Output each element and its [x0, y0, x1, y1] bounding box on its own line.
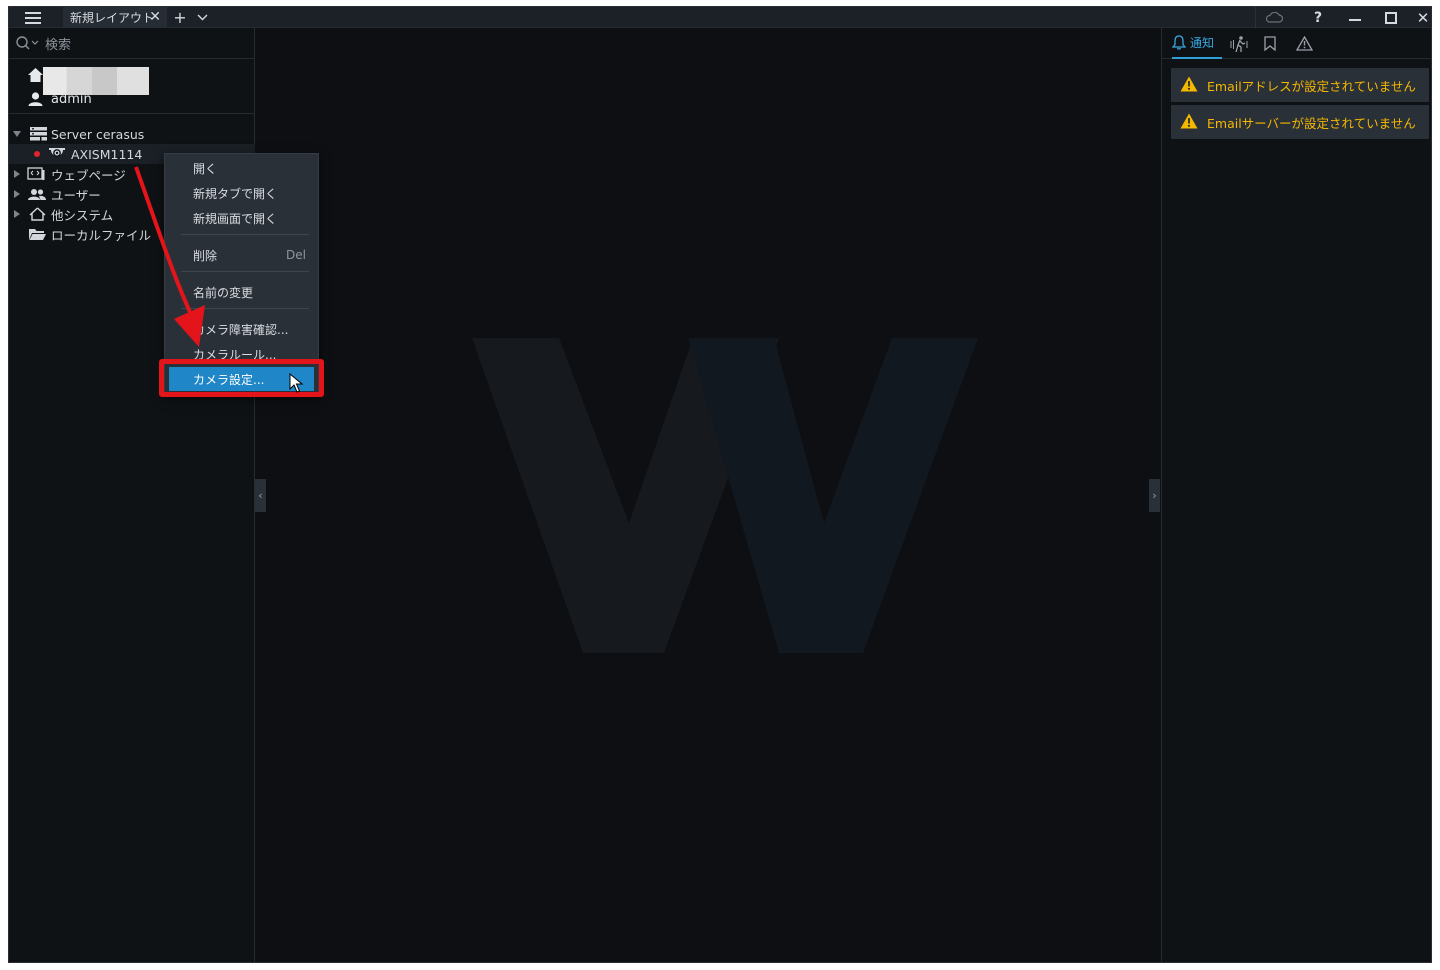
menu-item-camera-issue[interactable]: カメラ障害確認...: [165, 317, 318, 341]
status-dot: [34, 151, 40, 157]
layout-view-area[interactable]: [256, 28, 1161, 962]
main-menu-button[interactable]: [17, 7, 49, 28]
bell-icon: [1172, 35, 1186, 50]
collapsed-caret-icon[interactable]: [13, 210, 21, 218]
notification-text: Emailサーバーが設定されていません: [1207, 115, 1416, 131]
mouse-cursor-icon: [289, 373, 304, 393]
layout-tab-label: 新規レイアウト: [70, 11, 155, 25]
warning-icon: [1180, 76, 1198, 92]
watermark-logo: [472, 338, 978, 653]
maximize-icon: [1385, 11, 1397, 24]
search-input[interactable]: 検索: [45, 34, 71, 53]
notification-text: Emailアドレスが設定されていません: [1207, 78, 1416, 94]
users-icon: [28, 186, 46, 202]
bookmark-icon: [1264, 36, 1276, 51]
search-icon: [16, 36, 39, 50]
layout-tab[interactable]: 新規レイアウト ✕: [63, 7, 167, 28]
notification-item[interactable]: Emailサーバーが設定されていません: [1171, 105, 1429, 139]
tree-item-server[interactable]: Server cerasus: [9, 124, 255, 144]
chevron-down-icon: [197, 14, 207, 21]
other-systems-label: 他システム: [51, 207, 114, 223]
local-files-label: ローカルファイル: [51, 227, 152, 243]
tab-notifications[interactable]: 通知: [1172, 28, 1222, 59]
home-icon: [28, 68, 43, 82]
tab-notifications-label: 通知: [1190, 36, 1215, 50]
masked-system-name: [43, 67, 149, 95]
chevron-left-icon: ‹: [258, 489, 263, 502]
menu-item-delete[interactable]: 削除 Del: [165, 243, 318, 267]
tab-close-icon[interactable]: ✕: [149, 9, 161, 25]
collapse-left-panel-button[interactable]: ‹: [255, 479, 266, 512]
user-area: admin: [9, 60, 255, 114]
menu-item-open[interactable]: 開く: [165, 156, 318, 180]
add-tab-button[interactable]: +: [171, 7, 189, 28]
user-icon: [28, 92, 43, 106]
context-menu: 開く 新規タブで開く 新規画面で開く 削除 Del 名前の変更 カメラ障害確認.…: [164, 153, 319, 396]
chevron-right-icon: ›: [1152, 489, 1157, 502]
menu-separator: [181, 234, 309, 235]
collapse-right-panel-button[interactable]: ›: [1149, 479, 1160, 512]
notification-item[interactable]: Emailアドレスが設定されていません: [1171, 68, 1429, 102]
user-name: admin: [51, 92, 92, 107]
server-icon: [29, 126, 47, 142]
minimize-button[interactable]: [1341, 7, 1369, 28]
menu-separator: [181, 271, 309, 272]
tab-list-button[interactable]: [193, 7, 211, 28]
web-pages-label: ウェブページ: [51, 167, 126, 183]
help-button[interactable]: ?: [1304, 7, 1332, 28]
menu-item-rename[interactable]: 名前の変更: [165, 280, 318, 304]
motion-icon: [1230, 35, 1248, 52]
other-system-icon: [28, 206, 46, 222]
app-window: 新規レイアウト ✕ + ? ✕ 検索 admin Server cerasus …: [8, 6, 1432, 963]
delete-shortcut: Del: [286, 248, 306, 262]
server-label: Server cerasus: [51, 126, 145, 142]
cloud-button[interactable]: [1255, 7, 1291, 28]
tab-motion[interactable]: [1230, 28, 1252, 59]
menu-separator: [181, 308, 309, 309]
tab-bookmarks[interactable]: [1264, 28, 1284, 59]
menu-item-open-new-tab[interactable]: 新規タブで開く: [165, 181, 318, 205]
cloud-icon: [1265, 12, 1283, 23]
maximize-button[interactable]: [1377, 7, 1405, 28]
web-page-icon: [27, 166, 45, 182]
users-label: ユーザー: [51, 187, 101, 203]
camera-label: AXISM1114: [71, 146, 143, 162]
menu-item-open-new-window[interactable]: 新規画面で開く: [165, 206, 318, 230]
collapsed-caret-icon[interactable]: [13, 190, 21, 198]
notification-tabs: 通知: [1162, 28, 1431, 59]
minimize-icon: [1349, 18, 1361, 21]
title-bar: 新規レイアウト ✕ + ? ✕: [9, 7, 1431, 28]
menu-item-delete-label: 削除: [193, 248, 218, 263]
folder-icon: [28, 226, 46, 242]
expanded-caret-icon[interactable]: [13, 130, 21, 138]
tab-alerts[interactable]: [1296, 28, 1316, 59]
camera-icon: [48, 146, 66, 162]
hamburger-icon: [25, 11, 41, 24]
warning-icon: [1180, 113, 1198, 129]
menu-item-camera-rules[interactable]: カメラルール...: [165, 342, 318, 366]
search-bar[interactable]: 検索: [9, 28, 255, 59]
notification-panel: 通知 Emailアドレスが設定されていません Emailサーバーが設定されていま…: [1161, 28, 1431, 962]
warning-icon: [1296, 36, 1313, 51]
collapsed-caret-icon[interactable]: [13, 170, 21, 178]
close-button[interactable]: ✕: [1413, 7, 1431, 28]
